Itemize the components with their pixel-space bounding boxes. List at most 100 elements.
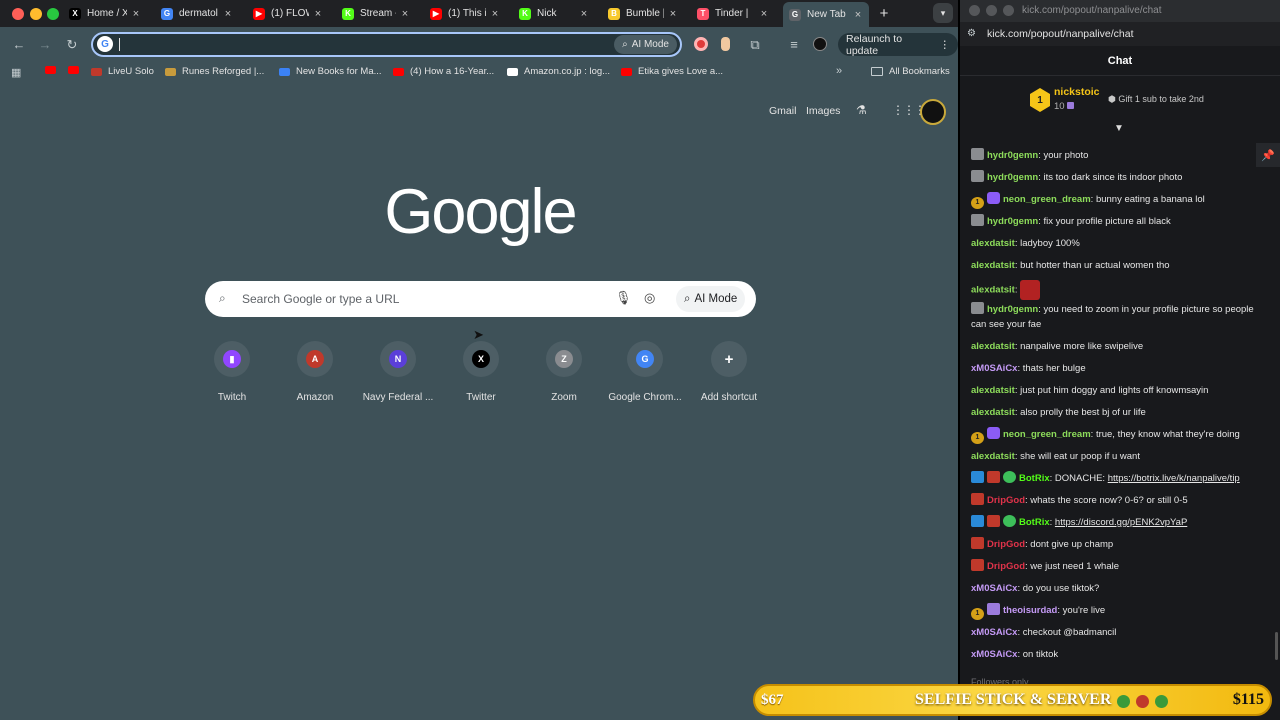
chat-username[interactable]: BotRix — [1019, 473, 1050, 484]
shortcut-tile[interactable]: + Add shortcut — [687, 341, 771, 403]
search-input[interactable]: Search Google or type a URL — [242, 292, 399, 306]
lens-camera-icon[interactable]: ◎ — [644, 290, 655, 306]
back-icon[interactable]: ← — [11, 37, 27, 52]
new-tab-button[interactable]: + — [876, 5, 892, 22]
tab-4[interactable]: ▶ (1) This i × — [424, 2, 506, 25]
tab-favicon-icon: B — [608, 7, 620, 20]
search-box[interactable]: ⌕ Search Google or type a URL 🎙 ◎ ⌕ AI Mo… — [205, 281, 756, 317]
bookmark-item[interactable]: Runes Reforged |... — [165, 66, 264, 77]
tab-close-icon[interactable]: × — [853, 9, 863, 21]
chat-username[interactable]: neon_green_dream — [1003, 429, 1091, 440]
shortcut-label: Google Chrom... — [608, 392, 682, 403]
omnibox-ai-mode-button[interactable]: ⌕ AI Mode — [614, 35, 677, 54]
reload-icon[interactable]: ↻ — [64, 37, 80, 53]
tab-5[interactable]: K Nick × — [513, 2, 595, 25]
tab-0[interactable]: X Home / X × — [63, 2, 147, 25]
red-badge-icon — [971, 537, 984, 549]
account-avatar[interactable] — [920, 99, 946, 125]
chat-username[interactable]: xM0SAiCx — [971, 649, 1017, 660]
microphone-icon[interactable]: 🎙 — [615, 290, 632, 306]
shortcut-tile[interactable]: N Navy Federal ... — [356, 341, 440, 403]
bookmark-item[interactable]: Etika gives Love a... — [621, 66, 723, 77]
tab-close-icon[interactable]: × — [400, 8, 410, 20]
extension-icon-2[interactable] — [721, 37, 730, 51]
chat-username[interactable]: hydr0gemn — [987, 304, 1038, 315]
chat-scrollbar[interactable] — [1275, 632, 1278, 660]
tab-close-icon[interactable]: × — [131, 8, 141, 20]
chat-username[interactable]: alexdatsit — [971, 341, 1015, 352]
bookmark-item[interactable] — [68, 66, 85, 74]
tab-2[interactable]: ▶ (1) FLOW × — [247, 2, 329, 25]
bookmark-item[interactable]: New Books for Ma... — [279, 66, 382, 77]
close-window-button[interactable] — [969, 5, 980, 16]
chat-username[interactable]: alexdatsit — [971, 260, 1015, 271]
tab-close-icon[interactable]: × — [668, 8, 678, 20]
tab-close-icon[interactable]: × — [223, 8, 233, 20]
ai-mode-button[interactable]: ⌕ AI Mode — [676, 286, 746, 312]
extension-icon-1[interactable] — [694, 37, 708, 51]
tab-close-icon[interactable]: × — [579, 8, 589, 20]
chat-username[interactable]: xM0SAiCx — [971, 363, 1017, 374]
chat-username[interactable]: alexdatsit — [971, 407, 1015, 418]
chat-username[interactable]: theoisurdad — [1003, 605, 1057, 616]
chat-username[interactable]: hydr0gemn — [987, 150, 1038, 161]
gmail-link[interactable]: Gmail — [769, 105, 796, 117]
bookmark-item[interactable]: Amazon.co.jp : log... — [507, 66, 610, 77]
labs-flask-icon[interactable]: ⚗ — [856, 103, 867, 117]
address-bar[interactable]: G ⌕ AI Mode — [91, 32, 682, 57]
goal-target-amount: $115 — [1232, 691, 1264, 708]
apps-icon[interactable]: ▦ — [11, 66, 21, 79]
chat-username[interactable]: DripGod — [987, 539, 1025, 550]
shortcut-tile[interactable]: Z Zoom — [522, 341, 606, 403]
chat-username[interactable]: hydr0gemn — [987, 172, 1038, 183]
chat-username[interactable]: DripGod — [987, 495, 1025, 506]
maximize-window-button[interactable] — [47, 8, 59, 20]
shortcut-tile[interactable]: A Amazon — [273, 341, 357, 403]
chat-username[interactable]: alexdatsit — [971, 451, 1015, 462]
images-link[interactable]: Images — [806, 105, 840, 117]
all-bookmarks-button[interactable]: All Bookmarks — [871, 66, 950, 77]
chat-username[interactable]: alexdatsit — [971, 285, 1015, 296]
chat-username[interactable]: xM0SAiCx — [971, 583, 1017, 594]
shortcut-tile[interactable]: ▮ Twitch — [190, 341, 274, 403]
chat-username[interactable]: hydr0gemn — [987, 216, 1038, 227]
site-settings-icon[interactable]: ⚙ — [967, 28, 976, 39]
tab-close-icon[interactable]: × — [759, 8, 769, 20]
tab-8[interactable]: G New Tab × — [783, 2, 869, 27]
bookmark-item[interactable]: (4) How a 16-Year... — [393, 66, 494, 77]
close-window-button[interactable] — [12, 8, 24, 20]
forward-icon[interactable]: → — [37, 37, 53, 52]
minimize-window-button[interactable] — [30, 8, 42, 20]
minimize-window-button[interactable] — [986, 5, 997, 16]
bookmarks-overflow-icon[interactable]: » — [836, 65, 842, 77]
chat-username[interactable]: BotRix — [1019, 517, 1050, 528]
chat-username[interactable]: alexdatsit — [971, 385, 1015, 396]
shortcut-tile[interactable]: X Twitter — [439, 341, 523, 403]
emote-icon — [1155, 695, 1168, 708]
tab-7[interactable]: T Tinder | × — [691, 2, 775, 25]
tab-3[interactable]: K Stream - × — [336, 2, 416, 25]
chat-link[interactable]: https://discord.gg/pENK2vpYaP — [1055, 517, 1187, 528]
media-controls-icon[interactable]: ≡ — [786, 37, 802, 52]
relaunch-button[interactable]: Relaunch to update ⋮ — [838, 33, 958, 57]
chat-username[interactable]: DripGod — [987, 561, 1025, 572]
shortcut-tile[interactable]: G Google Chrom... — [603, 341, 687, 403]
tab-1[interactable]: Gdermatol × — [155, 2, 239, 25]
tab-search-icon[interactable]: ▾ — [933, 3, 953, 23]
extensions-puzzle-icon[interactable]: ⧉ — [747, 37, 763, 53]
pin-icon[interactable]: 📌 — [1256, 143, 1280, 167]
chat-username[interactable]: alexdatsit — [971, 238, 1015, 249]
chat-username[interactable]: neon_green_dream — [1003, 194, 1091, 205]
tab-close-icon[interactable]: × — [313, 8, 323, 20]
tab-close-icon[interactable]: × — [490, 8, 500, 20]
maximize-window-button[interactable] — [1003, 5, 1014, 16]
chat-link[interactable]: https://botrix.live/k/nanpalive/tip — [1108, 473, 1240, 484]
more-menu-icon[interactable]: ⋮ — [940, 39, 951, 51]
tab-6[interactable]: B Bumble | × — [602, 2, 684, 25]
profile-avatar[interactable] — [813, 37, 827, 51]
bookmark-item[interactable] — [45, 66, 62, 74]
top-gifter-name[interactable]: nickstoic — [1054, 86, 1100, 98]
gift-sub-prompt[interactable]: ⬢ Gift 1 sub to take 2nd — [1108, 94, 1204, 105]
chat-username[interactable]: xM0SAiCx — [971, 627, 1017, 638]
bookmark-item[interactable]: LiveU Solo — [91, 66, 154, 77]
